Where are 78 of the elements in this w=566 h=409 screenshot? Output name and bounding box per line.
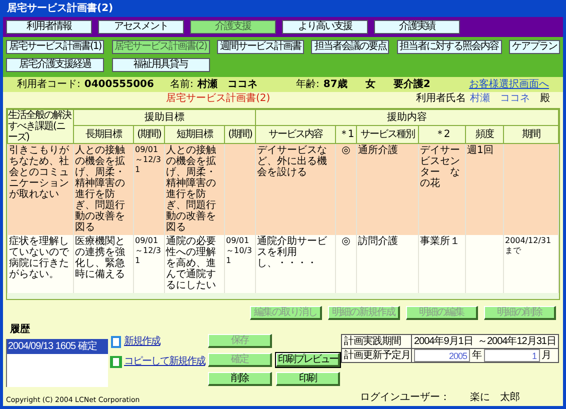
table-cell: 通院介助サービスを利用し、・・・・ — [257, 236, 327, 269]
table-cell: 症状を理解していないので病院に行きたがらない。 — [9, 236, 69, 280]
copy-document-icon — [110, 356, 122, 368]
column-header: 期間 — [504, 126, 558, 144]
tab[interactable]: 居宅介護支援経過 — [6, 58, 104, 72]
tab[interactable]: より高い支援 — [282, 20, 368, 34]
tab[interactable]: ケアプラン — [508, 40, 560, 54]
table-cell: 09/01～10/31 — [226, 236, 252, 265]
tab[interactable]: 担当者会議の要点 — [311, 40, 390, 54]
column-header: 援助目標 — [74, 110, 256, 126]
column-header: (期間) — [224, 126, 256, 144]
table-cell: 通所介護 — [358, 145, 398, 156]
login-user: 楽に 太郎 — [470, 390, 520, 405]
delete-button[interactable]: 削除 — [208, 372, 272, 386]
tab[interactable]: 居宅サービス計画書(2) — [112, 40, 210, 54]
table-cell: デイサービスセンター なの花 — [420, 145, 460, 189]
history-item[interactable]: 2004/09/13 1605 確定 — [7, 339, 108, 354]
tab[interactable]: 居宅サービス計画書(1) — [6, 40, 104, 54]
table-cell: 通院の必要性への理解を高め、進んで通院するにしたい — [166, 236, 216, 291]
table-cell: 訪問介護 — [358, 236, 398, 247]
plan-update-label: 計画更新予定月 — [342, 349, 412, 362]
table-cell: 人との接触の機会を拡げ、周柔・精神障害の進行を防ぎ、問題行動の改善を図る — [166, 145, 216, 233]
plan-period-label: 計画実践期間 — [342, 335, 412, 348]
user-name: 村瀬 ココネ — [470, 92, 531, 106]
tab[interactable]: 利用者情報 — [6, 20, 92, 34]
history-list[interactable]: 2004/09/13 1605 確定 — [6, 339, 108, 387]
name-label: 名前: — [170, 78, 194, 92]
column-header: ＊1 — [336, 126, 356, 144]
login-label: ログインユーザー： — [360, 391, 450, 405]
month-field[interactable]: 1 — [484, 349, 540, 362]
plan-end-date: ～2004年12月31日 — [476, 335, 557, 348]
table-cell: デイサービスなど、外に出る機会を設ける — [257, 145, 327, 178]
link[interactable]: 新規作成 — [124, 334, 160, 349]
column-header: 長期目標 — [74, 126, 134, 144]
care-level: 要介護2 — [393, 78, 430, 92]
history-label: 履歴 — [10, 322, 31, 337]
age-label: 年齢: — [296, 78, 320, 92]
table-cell: 引きこもりがちなため、社会とのコミュニケーションが取れない — [9, 145, 69, 200]
tab[interactable]: アセスメント — [98, 20, 184, 34]
tab[interactable]: 福祉用具貸与 — [112, 58, 210, 72]
table-cell: 人との接触の機会を拡げ、周柔・精神障害の進行を防ぎ、問題行動の改善を図る — [75, 145, 125, 233]
column-header: ＊2 — [418, 126, 466, 144]
user-name-label: 利用者氏名 — [416, 92, 466, 106]
table-cell: ◎ — [342, 236, 350, 247]
column-header: 生活全般の解決すべき課題(ニーズ) — [8, 110, 74, 144]
tab[interactable]: 介護実績 — [374, 20, 460, 34]
print-preview-button[interactable]: 印刷プレビュー — [276, 353, 340, 367]
column-header: 短期目標 — [164, 126, 224, 144]
customer-select-link[interactable]: お客様選択画面へ — [468, 77, 549, 92]
client-age: 87歳 — [323, 78, 348, 92]
client-code: 0400555006 — [84, 78, 154, 92]
tab[interactable]: 介護支援 — [190, 20, 276, 34]
tab[interactable]: 担当者に対する照会内容 — [396, 40, 502, 54]
year-field[interactable]: 2005 — [414, 349, 470, 362]
column-header: (期間) — [134, 126, 164, 144]
document-icon — [110, 336, 122, 348]
column-header: 援助内容 — [256, 110, 558, 126]
year-unit: 年 — [471, 349, 482, 362]
column-header: サービス内容 — [256, 126, 336, 144]
column-header: サービス種別 — [356, 126, 418, 144]
tab[interactable]: 週間サービス計画書 — [217, 40, 304, 54]
honorific: 殿 — [540, 92, 550, 106]
client-name: 村瀬 ココネ — [197, 78, 258, 92]
client-code-label: 利用者コード: — [17, 78, 80, 92]
column-header: 頻度 — [466, 126, 504, 144]
month-unit: 月 — [540, 349, 552, 362]
table-cell: ◎ — [342, 145, 350, 156]
table-cell: 医療機関との連携を強化し、緊急時に備える — [75, 236, 125, 280]
print-button[interactable]: 印刷 — [276, 372, 340, 386]
table-cell: 09/01～12/31 — [135, 236, 161, 265]
client-sex: 女 — [365, 78, 376, 92]
table-cell: 週1回 — [467, 145, 494, 156]
table-cell: 09/01～12/31 — [135, 145, 161, 174]
form-title: 居宅サービス計画書(2) — [166, 92, 270, 106]
link[interactable]: コピーして新規作成 — [124, 354, 205, 369]
plan-start-date: 2004年9月1日 — [413, 335, 474, 348]
table-cell: 事業所１ — [420, 236, 460, 247]
table-cell: 2004/12/31まで — [505, 236, 552, 255]
